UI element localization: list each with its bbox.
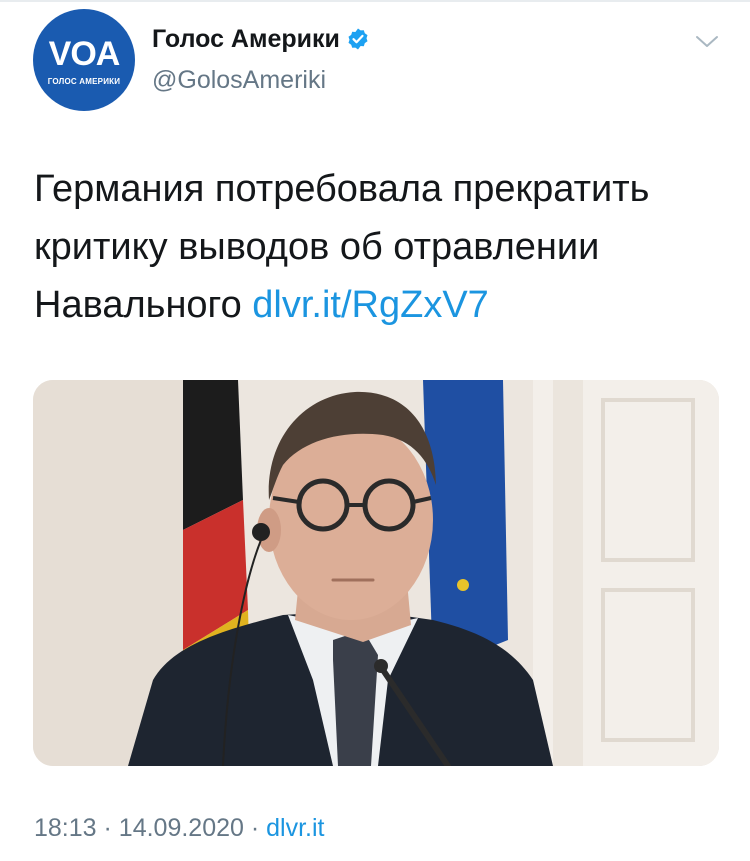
chevron-down-icon[interactable] [692, 32, 722, 52]
display-name[interactable]: Голос Америки [152, 24, 340, 54]
avatar[interactable]: VOA ГОЛОС АМЕРИКИ [33, 9, 135, 111]
author-name-row: Голос Америки [152, 24, 370, 54]
top-divider [0, 0, 750, 2]
tweet-photo[interactable] [33, 380, 719, 766]
avatar-logo-text: VOA [48, 35, 121, 73]
tweet-date[interactable]: 14.09.2020 [119, 814, 244, 842]
tweet-text: Германия потребовала прекратить критику … [34, 160, 724, 334]
tweet-time[interactable]: 18:13 [34, 814, 97, 842]
tweet-source-link[interactable]: dlvr.it [266, 814, 324, 842]
separator: · [103, 814, 112, 842]
separator: · [250, 814, 260, 842]
verified-badge-icon [346, 27, 370, 51]
avatar-logo-subtext: ГОЛОС АМЕРИКИ [47, 77, 121, 86]
username-handle[interactable]: @GolosAmeriki [152, 65, 326, 95]
tweet-footer: 18:13 · 14.09.2020 · dlvr.it [34, 813, 325, 843]
tweet-link[interactable]: dlvr.it/RgZxV7 [252, 284, 489, 326]
